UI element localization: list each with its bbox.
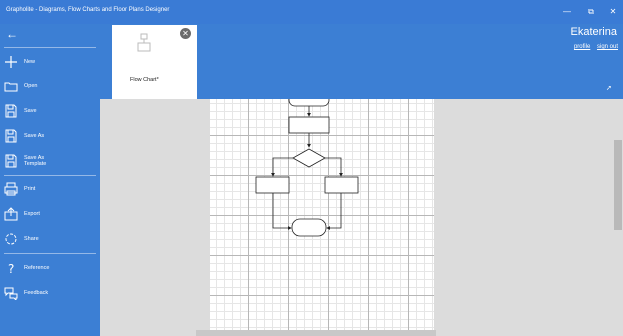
sidebar-item-open[interactable]: Open <box>0 77 100 97</box>
sidebar-item-label: Reference <box>24 265 50 271</box>
share-icon <box>5 233 17 245</box>
question-icon: ? <box>8 262 14 275</box>
sidebar-item-print[interactable]: Print <box>0 180 100 200</box>
sidebar: ← New Open Save Save As Save As Template… <box>0 24 100 336</box>
sidebar-item-share[interactable]: Share <box>0 230 100 250</box>
user-links: profile sign out <box>569 44 618 50</box>
sidebar-item-save[interactable]: Save <box>0 102 100 122</box>
vertical-scrollbar[interactable] <box>614 140 622 230</box>
flowchart-end-terminal <box>291 218 327 237</box>
sidebar-item-label: Export <box>24 211 40 217</box>
sidebar-divider <box>4 175 96 176</box>
sidebar-item-label: Save As <box>24 133 45 139</box>
user-name: Ekaterina <box>570 26 617 38</box>
flowchart-process-box <box>288 116 330 134</box>
sidebar-item-save-as-template[interactable]: Save As Template <box>0 152 100 176</box>
folder-icon <box>4 82 18 92</box>
sidebar-item-label: New <box>24 59 36 65</box>
sidebar-item-new[interactable]: New <box>0 53 100 73</box>
flowchart-connector <box>325 157 343 177</box>
flowchart-process-box-left <box>255 176 290 194</box>
close-window-button[interactable]: ✕ <box>606 5 620 19</box>
window-title: Grapholite - Diagrams, Flow Charts and F… <box>6 7 170 13</box>
save-icon <box>5 104 17 118</box>
sidebar-item-label: Save As Template <box>24 155 47 167</box>
save-template-icon <box>5 154 17 168</box>
sidebar-item-export[interactable]: Export <box>0 205 100 225</box>
svg-text:?: ? <box>8 262 14 275</box>
flowchart-diagram[interactable] <box>210 99 434 336</box>
flowchart-connector <box>272 193 292 230</box>
flowchart-connector <box>326 193 342 230</box>
feedback-icon <box>4 287 18 300</box>
sidebar-item-label: Save <box>24 108 37 114</box>
sidebar-item-label: Open <box>24 83 38 89</box>
close-document-icon[interactable]: ✕ <box>180 28 191 39</box>
flowchart-process-box-right <box>324 176 359 194</box>
save-as-icon <box>5 129 17 143</box>
back-arrow-icon[interactable]: ← <box>6 28 18 40</box>
plus-icon <box>5 56 17 68</box>
flowchart-thumbnail-icon <box>137 33 151 52</box>
flowchart-start-terminal <box>288 99 330 107</box>
sign-out-link[interactable]: sign out <box>597 44 618 50</box>
flowchart-decision-diamond <box>292 148 326 168</box>
flowchart-connector <box>271 157 293 177</box>
title-bar: Grapholite - Diagrams, Flow Charts and F… <box>0 0 623 24</box>
minimize-button[interactable]: — <box>560 5 574 19</box>
sidebar-item-label: Print <box>24 186 36 192</box>
profile-link[interactable]: profile <box>574 44 590 50</box>
sidebar-divider <box>4 253 96 254</box>
maximize-button[interactable]: ⧉ <box>584 5 598 19</box>
sidebar-item-save-as[interactable]: Save As <box>0 127 100 147</box>
sidebar-item-label: Feedback <box>24 290 49 296</box>
sidebar-item-reference[interactable]: ? Reference <box>0 259 100 279</box>
horizontal-scrollbar[interactable] <box>196 330 436 336</box>
sidebar-divider <box>4 47 96 48</box>
export-icon <box>4 207 18 221</box>
print-icon <box>4 182 18 196</box>
sidebar-item-label: Share <box>24 236 39 242</box>
sidebar-item-feedback[interactable]: Feedback <box>0 284 100 304</box>
document-name: Flow Chart* <box>130 77 159 83</box>
pin-icon[interactable]: ➚ <box>606 84 612 92</box>
